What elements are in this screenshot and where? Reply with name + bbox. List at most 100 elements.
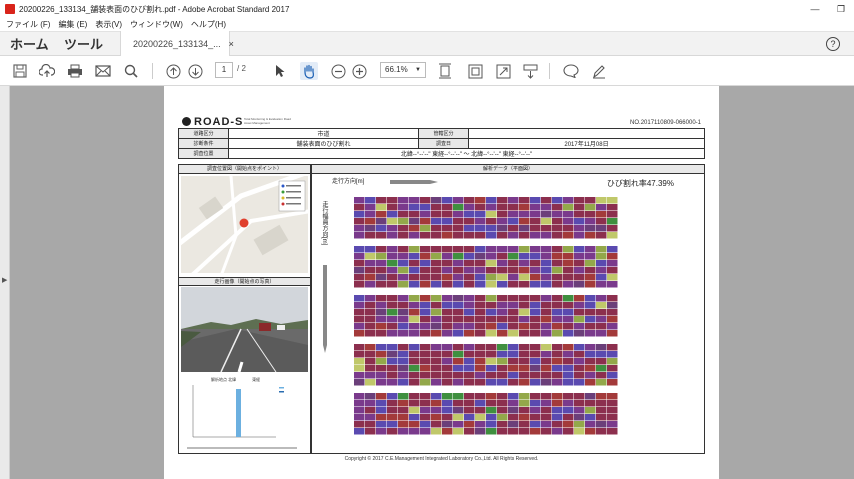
heatmap-cell	[365, 372, 376, 379]
heatmap-cell	[398, 316, 409, 323]
upload-icon[interactable]	[38, 62, 56, 80]
tab-home[interactable]: ホーム	[10, 34, 64, 53]
heatmap-cell	[398, 253, 409, 260]
heatmap-cell	[607, 344, 618, 351]
heatmap-cell	[475, 302, 486, 309]
hand-tool-icon[interactable]	[300, 62, 318, 80]
heatmap-cell	[574, 323, 585, 330]
page-up-icon[interactable]	[164, 62, 182, 80]
heatmap-cell	[431, 309, 442, 316]
heatmap-cell	[387, 274, 398, 281]
menu-edit[interactable]: 編集 (E)	[58, 19, 87, 30]
heatmap-cell	[420, 204, 431, 211]
heatmap-cell	[530, 246, 541, 253]
heatmap-cell	[607, 358, 618, 365]
print-icon[interactable]	[66, 62, 84, 80]
menu-help[interactable]: ヘルプ(H)	[191, 19, 226, 30]
heatmap-cell	[552, 330, 563, 337]
menu-window[interactable]: ウィンドウ(W)	[130, 19, 183, 30]
heatmap-cell	[596, 393, 607, 400]
tab-tools[interactable]: ツール	[64, 34, 120, 53]
heatmap-cell	[519, 414, 530, 421]
heatmap-cell	[508, 295, 519, 302]
heatmap-cell	[541, 232, 552, 239]
heatmap-cell	[354, 295, 365, 302]
heatmap-cell	[475, 218, 486, 225]
heatmap-cell	[574, 330, 585, 337]
heatmap-cell	[497, 204, 508, 211]
fit-page-icon[interactable]	[436, 62, 454, 80]
heatmap-cell	[497, 316, 508, 323]
heatmap-cell	[552, 358, 563, 365]
heatmap-cell	[442, 365, 453, 372]
heatmap-cell	[464, 197, 475, 204]
save-icon[interactable]	[12, 62, 28, 80]
tab-document[interactable]: 20200226_133134_... ×	[120, 31, 234, 56]
heatmap-cell	[519, 344, 530, 351]
heatmap-cell	[530, 232, 541, 239]
heatmap-cell	[475, 365, 486, 372]
help-icon[interactable]: ?	[826, 37, 840, 51]
heatmap-cell	[365, 218, 376, 225]
scroll-mode-icon[interactable]	[521, 62, 539, 80]
zoom-in-icon[interactable]	[350, 62, 368, 80]
minimize-button[interactable]: —	[802, 4, 828, 14]
heatmap-cell	[409, 344, 420, 351]
comment-icon[interactable]	[562, 62, 580, 80]
heatmap-cell	[464, 344, 475, 351]
heatmap-cell	[519, 232, 530, 239]
heatmap-cell	[354, 267, 365, 274]
zoom-out-icon[interactable]	[329, 62, 347, 80]
heatmap-cell	[552, 372, 563, 379]
heatmap-cell	[508, 218, 519, 225]
heatmap-cell	[596, 267, 607, 274]
heatmap-cell	[376, 379, 387, 386]
heatmap-cell	[431, 358, 442, 365]
heatmap-cell	[519, 407, 530, 414]
heatmap-cell	[596, 344, 607, 351]
heatmap-cell	[585, 302, 596, 309]
page-number-input[interactable]: 1	[215, 62, 233, 78]
heatmap-cell	[552, 316, 563, 323]
navigation-pane-toggle[interactable]: ▶	[0, 86, 10, 479]
tab-document-label: 20200226_133134_...	[133, 38, 221, 49]
heatmap-cell	[530, 407, 541, 414]
page-down-icon[interactable]	[186, 62, 204, 80]
heatmap-cell	[365, 253, 376, 260]
heatmap-cell	[508, 421, 519, 428]
heatmap-cell	[464, 211, 475, 218]
heatmap-cell	[365, 246, 376, 253]
heatmap-cell	[409, 253, 420, 260]
fullscreen-icon[interactable]	[494, 62, 512, 80]
heatmap-cell	[563, 267, 574, 274]
heatmap-cell	[442, 274, 453, 281]
heatmap-cell	[475, 204, 486, 211]
heatmap-cell	[486, 407, 497, 414]
select-cursor-icon[interactable]	[272, 62, 288, 80]
heatmap-cell	[486, 358, 497, 365]
analysis-panel: 解析データ（平面図） 走行方向[m] ひび割れ率47.39% 走行幅員方向[m]	[311, 164, 705, 454]
fit-width-icon[interactable]	[466, 62, 484, 80]
close-tab-icon[interactable]: ×	[229, 39, 234, 49]
heatmap-cell	[464, 218, 475, 225]
heatmap-cell	[453, 204, 464, 211]
search-icon[interactable]	[122, 62, 140, 80]
heatmap-cell	[475, 316, 486, 323]
heatmap-cell	[387, 372, 398, 379]
heatmap-cell	[409, 407, 420, 414]
heatmap-cell	[552, 365, 563, 372]
heatmap-cell	[552, 281, 563, 288]
zoom-value: 66.1%	[385, 65, 408, 74]
email-icon[interactable]	[94, 62, 112, 80]
menu-view[interactable]: 表示(V)	[95, 19, 122, 30]
heatmap-cell	[387, 309, 398, 316]
heatmap-cell	[464, 260, 475, 267]
heatmap-cell	[409, 274, 420, 281]
zoom-select[interactable]: 66.1% ▼	[380, 62, 426, 78]
pen-icon[interactable]	[590, 62, 608, 80]
heatmap-cell	[508, 379, 519, 386]
menu-file[interactable]: ファイル (F)	[6, 19, 50, 30]
restore-button[interactable]: ❐	[828, 4, 854, 15]
heatmap-cell	[475, 225, 486, 232]
heatmap-cell	[398, 351, 409, 358]
